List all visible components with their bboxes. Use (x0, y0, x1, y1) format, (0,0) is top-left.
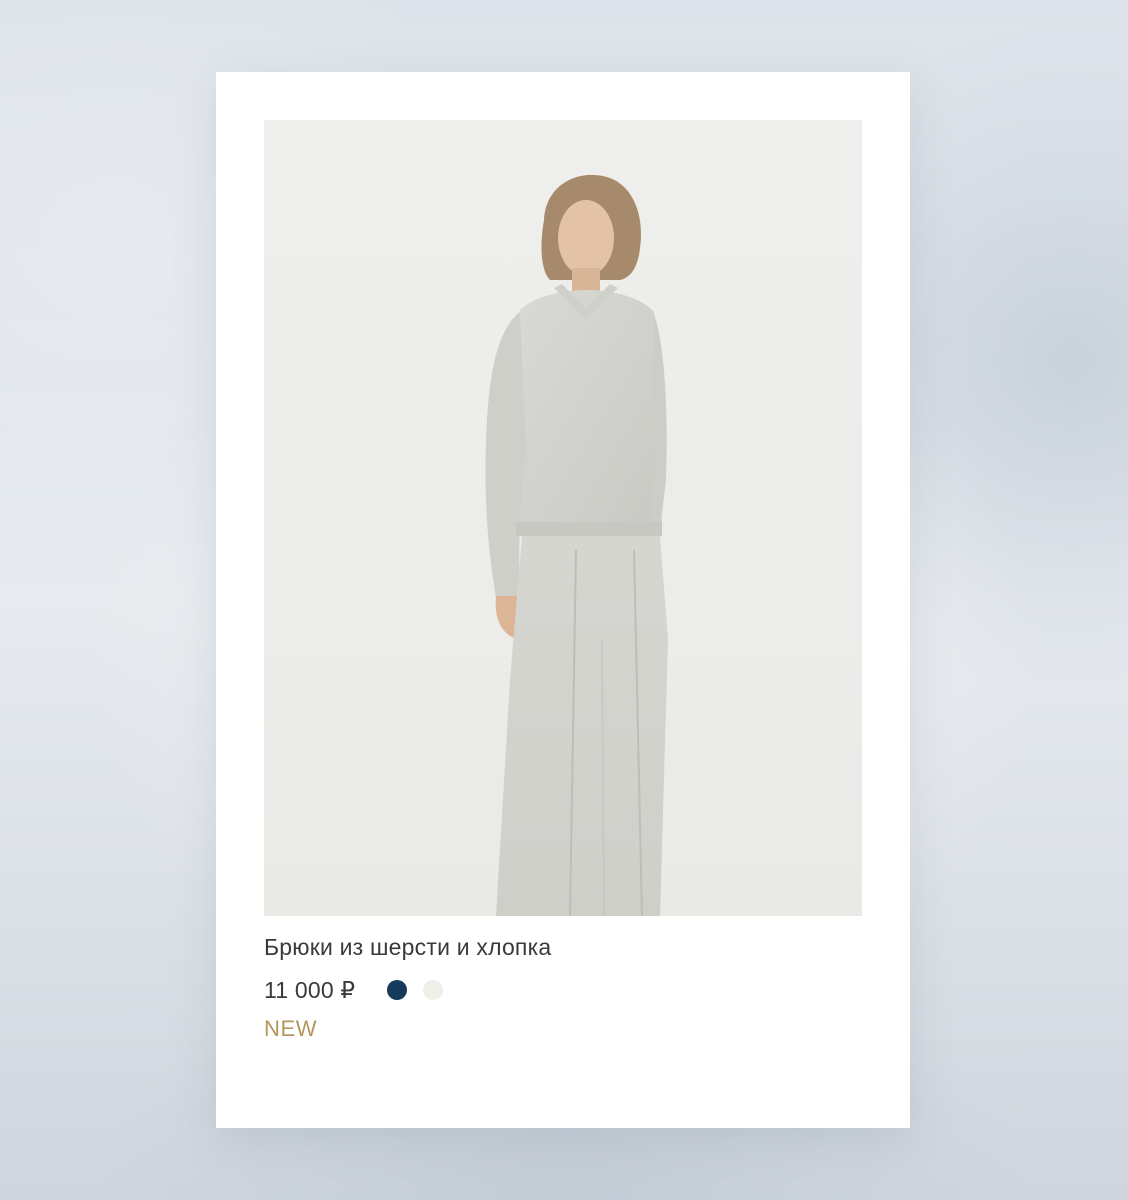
product-title[interactable]: Брюки из шерсти и хлопка (264, 934, 551, 961)
new-badge: NEW (264, 1016, 318, 1041)
product-photo[interactable] (264, 120, 862, 916)
model-illustration (485, 174, 668, 916)
product-card[interactable]: Брюки из шерсти и хлопка 11 000 ₽ NEW (216, 72, 910, 1128)
color-swatch-ivory[interactable] (423, 980, 444, 1000)
product-price: 11 000 ₽ (264, 976, 356, 1003)
color-swatch-navy[interactable] (387, 980, 408, 1000)
price-row: 11 000 ₽ (264, 975, 459, 1005)
color-swatches (387, 980, 459, 1000)
